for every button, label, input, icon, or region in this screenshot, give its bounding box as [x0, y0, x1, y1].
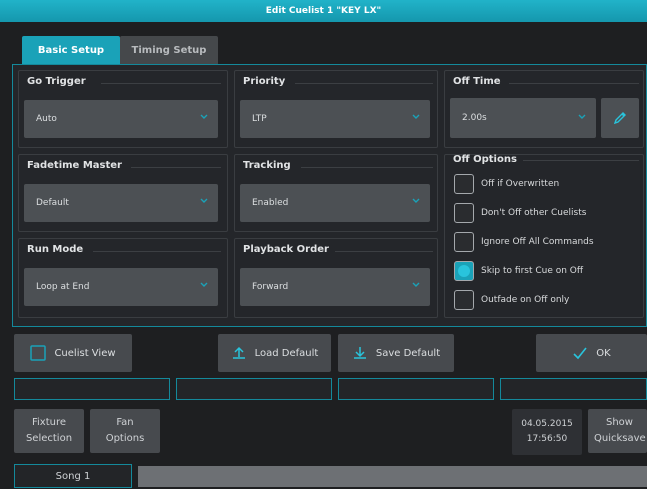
priority-value: LTP: [252, 114, 267, 124]
save-default-button[interactable]: Save Default: [338, 334, 454, 372]
cuelist-view-button[interactable]: Cuelist View: [14, 334, 132, 372]
dont-off-other-cuelists-label: Don't Off other Cuelists: [481, 208, 587, 218]
upload-icon: [231, 345, 247, 361]
dont-off-other-cuelists-checkbox[interactable]: [454, 203, 474, 223]
fan-options-button[interactable]: Fan Options: [90, 409, 160, 453]
chevron-down-icon: [200, 198, 208, 203]
playback-order-value: Forward: [252, 282, 289, 292]
edit-off-time-button[interactable]: [601, 98, 639, 138]
go-trigger-value: Auto: [36, 114, 57, 124]
off-options-label: Off Options: [453, 154, 517, 165]
ok-label: OK: [596, 347, 611, 359]
tracking-value: Enabled: [252, 198, 289, 208]
chevron-down-icon: [412, 198, 420, 203]
chevron-down-icon: [412, 114, 420, 119]
group-divider: [131, 167, 221, 168]
time-text: 17:56:50: [526, 434, 568, 444]
playback-order-label: Playback Order: [243, 244, 329, 255]
off-time-value: 2.00s: [462, 113, 487, 123]
fan-options-label-line1: Fan: [116, 417, 134, 428]
off-time-label: Off Time: [453, 76, 501, 87]
go-trigger-dropdown[interactable]: Auto: [24, 100, 218, 138]
chevron-down-icon: [200, 282, 208, 287]
fan-options-label-line2: Options: [105, 433, 145, 444]
fadetime-master-dropdown[interactable]: Default: [24, 184, 218, 222]
group-divider: [523, 160, 639, 161]
tab-timing-setup[interactable]: Timing Setup: [120, 36, 218, 64]
show-quicksave-label-line2: Quicksave: [594, 433, 646, 444]
chevron-down-icon: [578, 114, 586, 119]
tracking-dropdown[interactable]: Enabled: [240, 184, 430, 222]
run-mode-label: Run Mode: [27, 244, 84, 255]
off-if-overwritten-option[interactable]: Off if Overwritten: [454, 173, 559, 195]
cuelist-view-checkbox-icon: [30, 345, 47, 361]
playback-order-dropdown[interactable]: Forward: [240, 268, 430, 306]
clock-display: 04.05.2015 17:56:50: [512, 409, 582, 455]
checkmark-icon: [572, 346, 588, 360]
show-quicksave-label-line1: Show: [606, 417, 633, 428]
go-trigger-label: Go Trigger: [27, 76, 86, 87]
group-divider: [295, 83, 433, 84]
date-text: 04.05.2015: [521, 419, 573, 429]
off-if-overwritten-checkbox[interactable]: [454, 174, 474, 194]
empty-slot[interactable]: [176, 378, 332, 400]
run-mode-dropdown[interactable]: Loop at End: [24, 268, 218, 306]
ok-button[interactable]: OK: [536, 334, 647, 372]
save-default-label: Save Default: [375, 347, 441, 359]
tab-basic-setup[interactable]: Basic Setup: [22, 36, 120, 64]
skip-to-first-cue-checkbox[interactable]: [454, 261, 474, 281]
outfade-on-off-only-checkbox[interactable]: [454, 290, 474, 310]
priority-dropdown[interactable]: LTP: [240, 100, 430, 138]
cuelist-view-label: Cuelist View: [54, 347, 116, 359]
empty-slot[interactable]: [338, 378, 494, 400]
skip-to-first-cue-label: Skip to first Cue on Off: [481, 266, 584, 276]
priority-label: Priority: [243, 76, 286, 87]
outfade-on-off-only-option[interactable]: Outfade on Off only: [454, 289, 569, 311]
ignore-off-all-commands-checkbox[interactable]: [454, 232, 474, 252]
fadetime-master-label: Fadetime Master: [27, 160, 122, 171]
song-tab[interactable]: Song 1: [14, 464, 132, 488]
load-default-button[interactable]: Load Default: [218, 334, 331, 372]
group-divider: [335, 251, 433, 252]
run-mode-value: Loop at End: [36, 282, 90, 292]
load-default-label: Load Default: [254, 347, 319, 359]
group-divider: [509, 83, 639, 84]
tracking-label: Tracking: [243, 160, 291, 171]
fixture-selection-button[interactable]: Fixture Selection: [14, 409, 84, 453]
empty-slot[interactable]: [14, 378, 170, 400]
outfade-on-off-only-label: Outfade on Off only: [481, 295, 570, 305]
song-bar[interactable]: [138, 466, 647, 487]
group-divider: [301, 167, 433, 168]
show-quicksave-button[interactable]: Show Quicksave: [588, 409, 647, 453]
group-divider: [93, 251, 221, 252]
chevron-down-icon: [200, 114, 208, 119]
group-divider: [101, 83, 221, 84]
window-title: Edit Cuelist 1 "KEY LX": [0, 0, 647, 22]
dont-off-other-cuelists-option[interactable]: Don't Off other Cuelists: [454, 202, 586, 224]
download-icon: [352, 345, 368, 361]
ignore-off-all-commands-option[interactable]: Ignore Off All Commands: [454, 231, 594, 253]
ignore-off-all-commands-label: Ignore Off All Commands: [481, 237, 594, 247]
checked-dot-icon: [458, 265, 470, 277]
fixture-selection-label-line1: Fixture: [31, 417, 67, 428]
skip-to-first-cue-option[interactable]: Skip to first Cue on Off: [454, 260, 583, 282]
pencil-icon: [613, 112, 626, 125]
chevron-down-icon: [412, 282, 420, 287]
off-time-dropdown[interactable]: 2.00s: [450, 98, 596, 138]
off-if-overwritten-label: Off if Overwritten: [481, 179, 560, 189]
fixture-selection-label-line2: Selection: [25, 433, 73, 444]
empty-slot[interactable]: [500, 378, 647, 400]
song-label: Song 1: [55, 470, 91, 482]
fadetime-master-value: Default: [36, 198, 69, 208]
